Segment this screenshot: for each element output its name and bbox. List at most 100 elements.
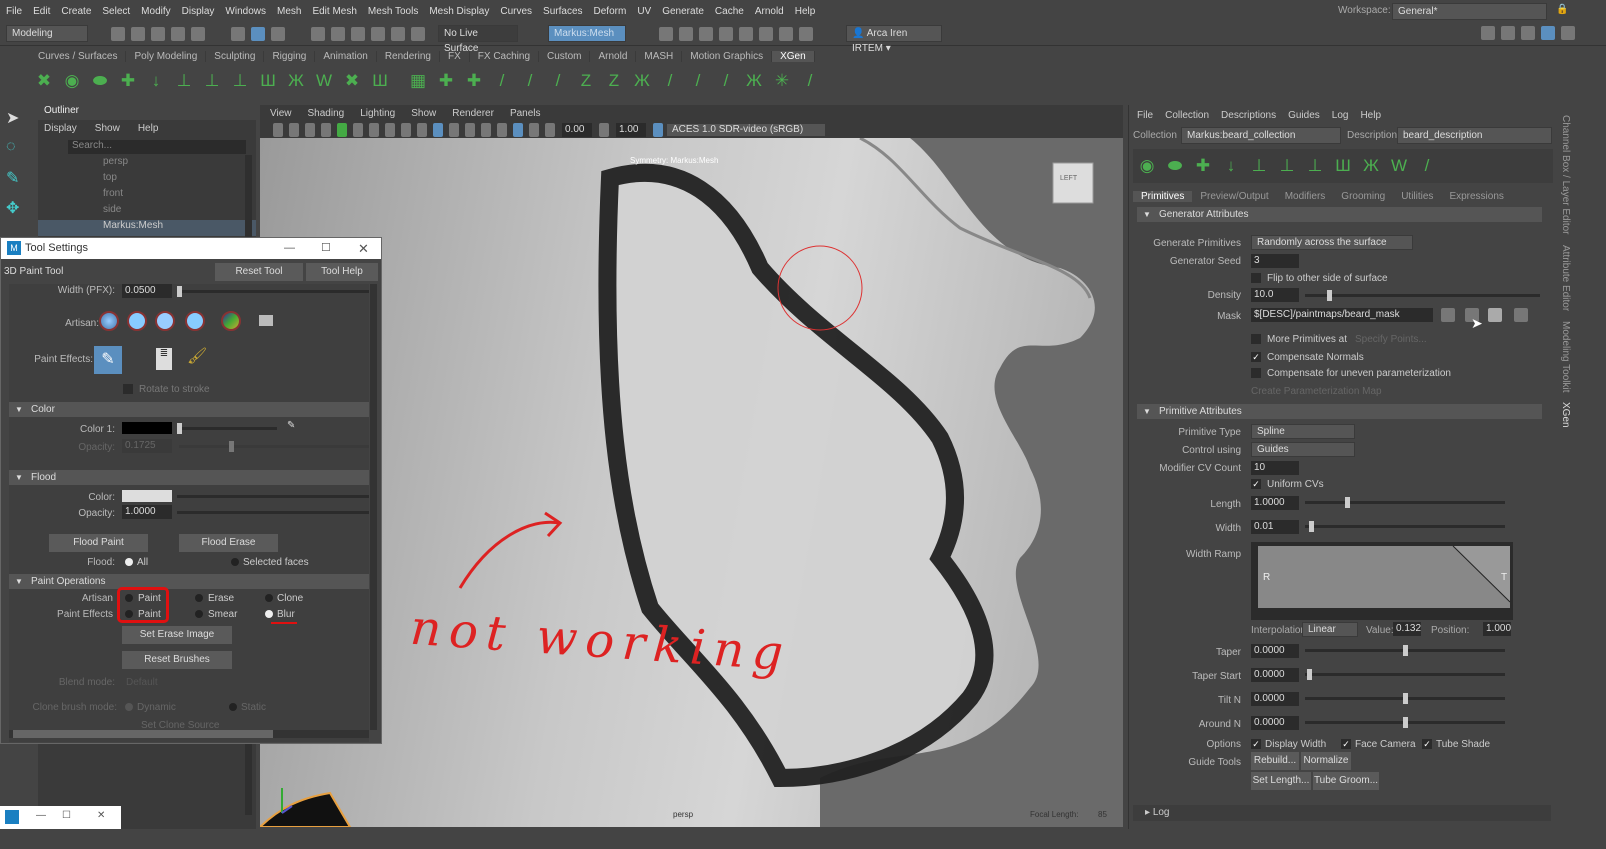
paint-brush-icon[interactable] bbox=[337, 122, 347, 137]
menu-mesh[interactable]: Mesh bbox=[277, 6, 301, 17]
clone-dynamic-radio[interactable] bbox=[125, 703, 133, 711]
width-field[interactable]: 0.01 bbox=[1251, 520, 1299, 534]
grease-pencil-icon[interactable] bbox=[321, 122, 331, 137]
xgen-menu-help[interactable]: Help bbox=[1360, 110, 1381, 121]
reset-tool-button[interactable]: Reset Tool bbox=[215, 263, 303, 281]
xgen-menu-log[interactable]: Log bbox=[1332, 110, 1349, 121]
outliner-menu-show[interactable]: Show bbox=[89, 123, 120, 134]
add-guides-icon[interactable]: ✚ bbox=[1193, 156, 1213, 176]
flood-color-swatch[interactable] bbox=[122, 490, 172, 502]
tool-settings-hscrollbar[interactable] bbox=[9, 730, 369, 738]
opacity-field[interactable]: 0.1725 bbox=[122, 439, 172, 453]
brush-large-icon[interactable] bbox=[155, 311, 175, 331]
tab-preview-output[interactable]: Preview/Output bbox=[1192, 191, 1276, 202]
vp-menu-renderer[interactable]: Renderer bbox=[452, 108, 494, 119]
side-tab-attribute-editor[interactable]: Attribute Editor bbox=[1560, 245, 1571, 311]
shadows-icon[interactable] bbox=[481, 122, 491, 137]
outliner-item-markus-mesh[interactable]: Markus:Mesh bbox=[38, 220, 256, 236]
create-param-map-button[interactable]: Create Parameterization Map bbox=[1251, 386, 1382, 397]
wireframe-icon[interactable] bbox=[417, 122, 427, 137]
around-slider[interactable] bbox=[1305, 717, 1505, 728]
tool-settings-titlebar[interactable]: M Tool Settings — ☐ ✕ bbox=[1, 238, 381, 259]
attribute-editor-icon[interactable] bbox=[1521, 26, 1535, 40]
gamma-icon[interactable] bbox=[599, 122, 609, 137]
color-space-dropdown[interactable]: ACES 1.0 SDR-video (sRGB) bbox=[666, 122, 826, 137]
tool-settings-icon[interactable] bbox=[1541, 26, 1555, 40]
menu-deform[interactable]: Deform bbox=[594, 6, 627, 17]
brush-soft-icon[interactable] bbox=[99, 311, 119, 331]
snap-magnet-icon[interactable] bbox=[411, 26, 425, 41]
vp-menu-panels[interactable]: Panels bbox=[510, 108, 541, 119]
object-field[interactable]: Markus:Mesh bbox=[548, 25, 626, 42]
select-component-icon[interactable] bbox=[271, 26, 285, 41]
generator-seed-field[interactable]: 3 bbox=[1251, 254, 1299, 268]
menu-select[interactable]: Select bbox=[102, 6, 130, 17]
outliner-menu-help[interactable]: Help bbox=[132, 123, 159, 134]
menu-modify[interactable]: Modify bbox=[141, 6, 170, 17]
side-tab-modeling-toolkit[interactable]: Modeling Toolkit bbox=[1560, 321, 1571, 393]
groom-brush-icon[interactable]: ✖ bbox=[342, 71, 362, 91]
primitive-attributes-header[interactable]: Primitive Attributes bbox=[1137, 404, 1542, 419]
render-setup-icon[interactable] bbox=[759, 26, 773, 41]
width-slider[interactable] bbox=[1305, 521, 1505, 532]
side-tab-xgen[interactable]: XGen bbox=[1560, 402, 1571, 428]
channel-box-icon[interactable] bbox=[1561, 26, 1575, 40]
width-pfx-field[interactable]: 0.0500 bbox=[122, 284, 172, 298]
primitive-type-dropdown[interactable]: Spline bbox=[1251, 424, 1355, 439]
modeling-toolkit-icon[interactable] bbox=[1481, 26, 1495, 40]
lights-icon[interactable] bbox=[465, 122, 475, 137]
taper-start-slider[interactable] bbox=[1305, 669, 1505, 680]
groom-freeze-icon[interactable]: ✳ bbox=[772, 71, 792, 91]
groom-add-icon[interactable]: ✚ bbox=[436, 71, 456, 91]
shelf-tab-mash[interactable]: MASH bbox=[636, 51, 683, 62]
groom-width-icon[interactable]: / bbox=[716, 71, 736, 91]
guide-extra-icon[interactable]: / bbox=[1417, 156, 1437, 176]
menu-create[interactable]: Create bbox=[61, 6, 91, 17]
snap-surface-icon[interactable] bbox=[391, 26, 405, 41]
preview-eye-icon[interactable]: ◉ bbox=[1137, 156, 1157, 176]
brush-square-icon[interactable] bbox=[185, 311, 205, 331]
groom-length-icon[interactable]: / bbox=[688, 71, 708, 91]
blend-mode-dropdown[interactable]: Default bbox=[126, 677, 158, 688]
flood-opacity-slider[interactable] bbox=[177, 511, 369, 514]
light-editor-icon[interactable] bbox=[779, 26, 793, 41]
gamma-field[interactable]: 1.00 bbox=[616, 122, 646, 137]
groom-part-icon[interactable]: / bbox=[660, 71, 680, 91]
guides-icon[interactable]: Ш bbox=[258, 71, 278, 91]
color-management-icon[interactable] bbox=[653, 122, 663, 137]
guide-lock-icon[interactable]: ⊥ bbox=[230, 71, 250, 91]
menu-edit-mesh[interactable]: Edit Mesh bbox=[312, 6, 356, 17]
minimized-window[interactable]: — ☐ ✕ bbox=[0, 806, 121, 829]
workspace-dropdown[interactable]: General* bbox=[1392, 3, 1547, 20]
shelf-tab-fx[interactable]: FX bbox=[440, 51, 470, 62]
paint-mask-icon[interactable] bbox=[1441, 308, 1455, 322]
snap-grid-icon[interactable] bbox=[311, 26, 325, 41]
maximize-button[interactable]: ☐ bbox=[321, 238, 331, 259]
generator-attributes-header[interactable]: Generator Attributes bbox=[1137, 207, 1542, 222]
eyedropper-icon[interactable]: ✎ bbox=[287, 420, 295, 431]
exposure-icon[interactable] bbox=[545, 122, 555, 137]
user-account-dropdown[interactable]: 👤 Arca Iren IRTEM ▾ bbox=[846, 25, 942, 54]
paint-operations-header[interactable]: Paint Operations bbox=[9, 574, 369, 589]
around-field[interactable]: 0.0000 bbox=[1251, 716, 1299, 730]
outliner-menu-display[interactable]: Display bbox=[38, 123, 77, 134]
sculpt-guides-icon[interactable]: Ж bbox=[1361, 156, 1381, 176]
width-pfx-slider[interactable] bbox=[177, 286, 369, 297]
pfx-template-icon[interactable]: ≣ bbox=[156, 348, 172, 370]
guide-sculpt-icon[interactable]: Ж bbox=[286, 71, 306, 91]
xgen-menu-collection[interactable]: Collection bbox=[1165, 110, 1209, 121]
shelf-tab-arnold[interactable]: Arnold bbox=[590, 51, 637, 62]
flip-checkbox[interactable] bbox=[1251, 273, 1261, 283]
outliner-item-front[interactable]: front bbox=[38, 188, 256, 204]
tab-grooming[interactable]: Grooming bbox=[1333, 191, 1393, 202]
live-surface-field[interactable]: No Live Surface bbox=[438, 25, 518, 54]
artisan-clone-radio[interactable] bbox=[265, 594, 273, 602]
bookmark-icon[interactable] bbox=[305, 122, 315, 137]
vp-menu-view[interactable]: View bbox=[270, 108, 292, 119]
length-field[interactable]: 1.0000 bbox=[1251, 496, 1299, 510]
tool-settings-vscrollbar[interactable] bbox=[370, 284, 377, 730]
select-hierarchy-icon[interactable] bbox=[231, 26, 245, 41]
guide-add-icon[interactable]: ⊥ bbox=[174, 71, 194, 91]
interactive-groom-icon[interactable]: ▦ bbox=[408, 71, 428, 91]
textured-icon[interactable] bbox=[449, 122, 459, 137]
